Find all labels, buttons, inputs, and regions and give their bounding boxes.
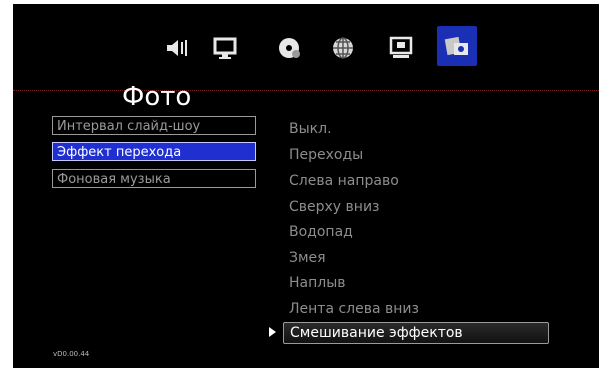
version-label: vD0.00.44: [53, 350, 90, 358]
settings-item-transition-effect[interactable]: Эффект перехода: [52, 142, 256, 161]
option-dissolve[interactable]: Наплыв: [289, 274, 346, 292]
option-transitions[interactable]: Переходы: [289, 146, 363, 164]
option-off[interactable]: Выкл.: [289, 120, 332, 138]
volume-icon[interactable]: [163, 34, 191, 62]
settings-item-background-music[interactable]: Фоновая музыка: [52, 169, 256, 188]
option-snake[interactable]: Змея: [289, 249, 326, 267]
settings-item-slideshow-interval[interactable]: Интервал слайд-шоу: [52, 116, 256, 135]
option-waterfall[interactable]: Водопад: [289, 223, 353, 241]
category-bar: [13, 4, 599, 84]
page-title: Фото: [122, 82, 192, 112]
divider: [13, 90, 599, 91]
option-mixed-effects-label: Смешивание эффектов: [290, 325, 463, 341]
selection-arrow-icon: [269, 327, 276, 337]
option-mixed-effects[interactable]: Смешивание эффектов: [283, 322, 549, 344]
display-icon[interactable]: [211, 34, 239, 62]
option-top-to-bottom[interactable]: Сверху вниз: [289, 198, 380, 216]
disc-icon[interactable]: [275, 34, 303, 62]
option-strip-left-down[interactable]: Лента слева вниз: [289, 300, 419, 318]
system-icon[interactable]: [387, 34, 415, 62]
photo-icon[interactable]: [437, 26, 477, 66]
option-left-to-right[interactable]: Слева направо: [289, 172, 399, 190]
network-icon[interactable]: [329, 34, 357, 62]
settings-screen: Фото Интервал слайд-шоу Эффект перехода …: [13, 4, 599, 368]
